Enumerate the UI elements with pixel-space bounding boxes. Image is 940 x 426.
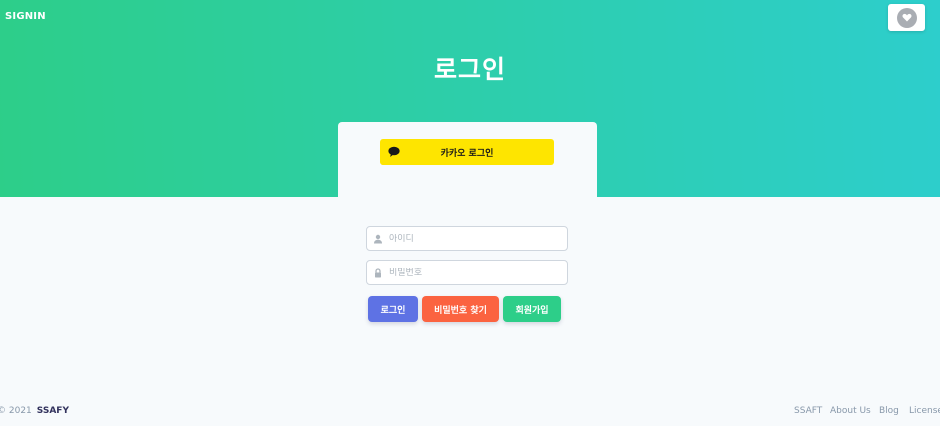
id-field[interactable] [366, 226, 568, 251]
footer-link-blog[interactable]: Blog [879, 406, 899, 416]
kakao-login-label: 카카오 로그인 [440, 148, 494, 159]
kakao-login-button[interactable]: 카카오 로그인 [380, 139, 554, 165]
favorite-button[interactable] [888, 4, 925, 31]
company-link[interactable]: SSAFY [37, 406, 69, 416]
password-input[interactable] [389, 267, 559, 278]
heart-icon [896, 7, 917, 28]
password-field[interactable] [366, 260, 568, 285]
user-icon [374, 234, 382, 243]
copyright-text: © 2021 [0, 406, 32, 416]
lock-icon [375, 267, 381, 277]
login-button[interactable]: 로그인 [368, 296, 418, 322]
footer-link-ssaft[interactable]: SSAFT [794, 406, 822, 416]
signup-button[interactable]: 회원가입 [503, 296, 561, 322]
footer-link-license[interactable]: License [909, 406, 940, 416]
speech-bubble-icon [388, 146, 400, 157]
id-input[interactable] [389, 233, 559, 244]
page-title: 로그인 [433, 55, 506, 84]
find-password-button[interactable]: 비밀번호 찾기 [422, 296, 499, 322]
brand-link[interactable]: SIGNIN [5, 11, 46, 22]
footer-link-about-us[interactable]: About Us [830, 406, 871, 416]
footer-copyright: © 2021 SSAFY [0, 406, 69, 416]
